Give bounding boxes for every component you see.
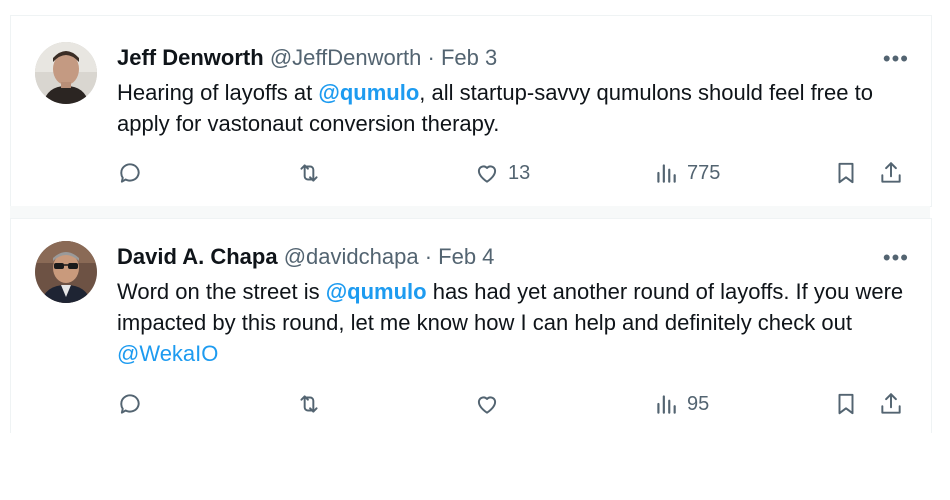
bookmark-button[interactable] <box>833 389 859 419</box>
bookmark-icon <box>838 162 854 184</box>
views-count: 95 <box>687 392 710 415</box>
tweet-header: Jeff Denworth @JeffDenworth · Feb 3 <box>117 45 497 71</box>
views-button[interactable]: 95 <box>653 389 709 419</box>
mention-link[interactable]: @qumulo <box>326 279 427 304</box>
author-handle[interactable]: @davidchapa <box>284 244 419 269</box>
share-button[interactable] <box>878 389 904 419</box>
retweet-icon <box>300 395 318 413</box>
avatar[interactable] <box>35 42 97 104</box>
tweet-text: Hearing of layoffs at @qumulo, all start… <box>117 77 917 139</box>
author-handle[interactable]: @JeffDenworth <box>270 45 422 70</box>
like-button[interactable] <box>474 389 500 419</box>
tweet-date[interactable]: Feb 4 <box>438 244 494 269</box>
tweet-date[interactable]: Feb 3 <box>441 45 497 70</box>
separator-dot: · <box>427 45 435 70</box>
avatar-photo <box>35 241 97 303</box>
tweet-divider <box>10 206 930 218</box>
like-count: 13 <box>508 161 531 184</box>
mention-link[interactable]: @WekaIO <box>117 341 218 366</box>
tweet-text-part: Hearing of layoffs at <box>117 80 319 105</box>
share-icon <box>881 162 901 183</box>
reply-button[interactable] <box>117 158 143 188</box>
like-icon <box>477 396 497 414</box>
tweet-text-part: Word on the street is <box>117 279 326 304</box>
tweet-header: David A. Chapa @davidchapa · Feb 4 <box>117 244 494 270</box>
tweet-actions: 13 775 <box>11 158 931 188</box>
avatar[interactable] <box>35 241 97 303</box>
more-options-button[interactable]: ••• <box>883 247 909 269</box>
reply-icon <box>120 163 140 183</box>
retweet-button[interactable] <box>296 158 322 188</box>
reply-button[interactable] <box>117 389 143 419</box>
views-button[interactable]: 775 <box>653 158 720 188</box>
bookmark-button[interactable] <box>833 158 859 188</box>
views-icon <box>657 164 676 183</box>
avatar-photo <box>35 42 97 104</box>
retweet-icon <box>300 164 318 182</box>
tweet-actions: 95 <box>11 389 931 419</box>
views-icon <box>657 395 676 414</box>
share-icon <box>881 393 901 414</box>
bookmark-icon <box>838 393 854 415</box>
author-name[interactable]: Jeff Denworth <box>117 45 264 70</box>
separator-dot: · <box>424 244 433 269</box>
views-count: 775 <box>687 161 721 184</box>
author-name[interactable]: David A. Chapa <box>117 244 278 269</box>
retweet-button[interactable] <box>296 389 322 419</box>
like-button[interactable]: 13 <box>474 158 530 188</box>
share-button[interactable] <box>878 158 904 188</box>
tweet-card[interactable]: Jeff Denworth @JeffDenworth · Feb 3 ••• … <box>10 15 932 207</box>
like-icon <box>477 165 497 183</box>
tweet-text: Word on the street is @qumulo has had ye… <box>117 276 917 369</box>
more-options-button[interactable]: ••• <box>883 48 909 70</box>
tweet-card[interactable]: David A. Chapa @davidchapa · Feb 4 ••• W… <box>10 218 932 433</box>
reply-icon <box>120 394 140 414</box>
mention-link[interactable]: @qumulo <box>318 80 419 105</box>
